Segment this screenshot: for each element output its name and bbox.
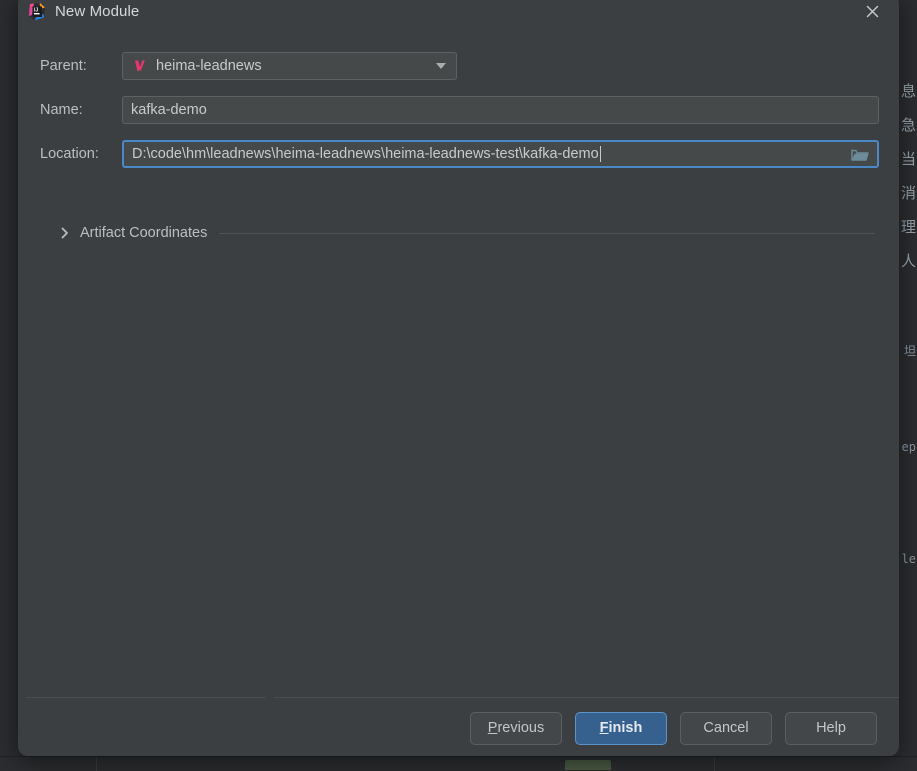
bg-editor-text: 理 xyxy=(901,220,916,235)
bg-editor-fragment: 坦 xyxy=(904,342,916,359)
bg-editor-fragment: le xyxy=(902,552,916,566)
location-label: Location: xyxy=(40,146,122,162)
name-label: Name: xyxy=(40,102,122,118)
parent-combobox[interactable]: heima-leadnews xyxy=(122,52,457,80)
name-input[interactable]: kafka-demo xyxy=(122,96,879,124)
new-module-dialog: IJ New Module Parent: xyxy=(18,0,899,756)
bg-editor-text: 息 xyxy=(901,84,916,99)
folder-open-icon[interactable] xyxy=(851,146,869,162)
chevron-down-icon[interactable] xyxy=(436,63,446,69)
finish-button[interactable]: Finish xyxy=(575,712,667,745)
bg-divider xyxy=(714,757,715,771)
footer-separator-left xyxy=(26,697,266,698)
location-row: Location: D:\code\hm\leadnews\heima-lead… xyxy=(40,140,879,168)
parent-label: Parent: xyxy=(40,58,122,74)
previous-button-mnemonic: P xyxy=(488,720,498,736)
bg-editor-text: 消 xyxy=(901,186,916,201)
chevron-right-icon[interactable] xyxy=(58,226,72,240)
intellij-idea-icon: IJ xyxy=(27,2,47,22)
bg-editor-text: 急 xyxy=(901,118,916,133)
bg-editor-text: 当 xyxy=(901,152,916,167)
cancel-button[interactable]: Cancel xyxy=(680,712,772,745)
location-value: D:\code\hm\leadnews\heima-leadnews\heima… xyxy=(124,146,599,162)
name-row: Name: kafka-demo xyxy=(40,96,879,124)
section-separator xyxy=(219,233,875,234)
maven-module-icon xyxy=(130,57,150,75)
bg-editor-text: 人 xyxy=(901,254,916,269)
location-input[interactable]: D:\code\hm\leadnews\heima-leadnews\heima… xyxy=(122,140,879,168)
close-icon[interactable] xyxy=(849,0,895,28)
footer-separator-right xyxy=(274,697,899,698)
bg-editor-tab xyxy=(565,760,611,770)
ide-bottom-status-bar xyxy=(0,756,917,770)
bg-divider xyxy=(96,757,97,771)
previous-button-label: revious xyxy=(497,720,544,736)
name-value: kafka-demo xyxy=(123,102,207,118)
artifact-coordinates-section[interactable]: Artifact Coordinates xyxy=(58,222,875,244)
help-button[interactable]: Help xyxy=(785,712,877,745)
text-caret xyxy=(600,146,601,162)
finish-button-mnemonic: F xyxy=(600,720,609,736)
svg-text:IJ: IJ xyxy=(34,8,38,14)
dialog-button-bar: Previous Finish Cancel Help xyxy=(18,711,877,745)
previous-button[interactable]: Previous xyxy=(470,712,562,745)
parent-row: Parent: heima-leadnews xyxy=(40,52,879,80)
finish-button-label: inish xyxy=(609,720,643,736)
artifact-coordinates-label: Artifact Coordinates xyxy=(80,225,207,241)
parent-value: heima-leadnews xyxy=(150,58,262,74)
dialog-title: New Module xyxy=(55,3,139,20)
dialog-title-bar: IJ New Module xyxy=(18,0,899,32)
bg-editor-fragment: ep xyxy=(902,440,916,454)
